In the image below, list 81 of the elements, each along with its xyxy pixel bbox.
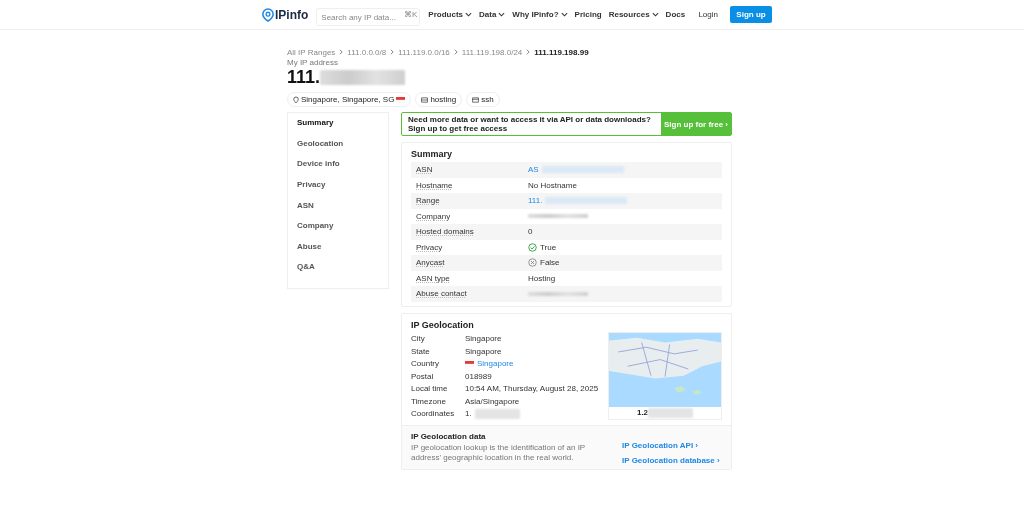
field-label: Postal <box>411 371 435 381</box>
terminal-icon <box>472 96 480 103</box>
field-value: 0 <box>528 227 533 237</box>
field-value: Asia/Singapore <box>465 396 520 406</box>
server-icon <box>421 96 429 103</box>
field-value: Singapore <box>465 346 502 356</box>
field-value: 018989 <box>465 371 492 381</box>
field-label: Abuse contact <box>415 289 468 299</box>
breadcrumb-link[interactable]: 111.0.0.0/8 <box>347 47 387 57</box>
breadcrumb-link[interactable]: All IP Ranges <box>287 47 336 57</box>
map-placeholder[interactable] <box>609 332 721 407</box>
value-link[interactable]: AS <box>528 165 539 175</box>
section-description: IP geolocation lookup is the identification of an IP address' geographic location in the real world. <box>411 443 587 463</box>
caret-icon <box>498 12 506 17</box>
field-value: True <box>540 242 557 252</box>
login-link[interactable]: Login <box>698 10 718 19</box>
sidebar-item[interactable]: Summary <box>288 118 388 139</box>
sidebar-item[interactable]: Abuse <box>288 241 388 263</box>
breadcrumb-link[interactable]: 111.119.0.0/16 <box>398 47 450 57</box>
field-label: Anycast <box>415 258 446 268</box>
section-title: IP Geolocation data <box>411 432 487 441</box>
chevron-icon <box>339 49 344 55</box>
field-value: Hosting <box>528 273 556 283</box>
field-value: 1. <box>465 409 472 419</box>
sidebar-item[interactable]: Device info <box>288 159 388 180</box>
field-label: Company <box>415 211 452 221</box>
location-pin-icon <box>262 7 274 22</box>
sidebar-item[interactable]: Company <box>288 221 388 242</box>
nav-link[interactable]: Pricing <box>574 10 602 19</box>
chevron-icon <box>390 49 395 55</box>
nav-link[interactable]: Why IPinfo? <box>512 10 568 19</box>
flag-icon <box>396 96 406 103</box>
flag-icon <box>465 360 474 367</box>
redacted-block <box>528 291 588 296</box>
field-label: Local time <box>411 384 449 394</box>
product-link[interactable]: IP Geolocation database › <box>622 456 722 465</box>
caret-icon <box>465 12 472 17</box>
value-link[interactable]: 111. <box>528 196 543 206</box>
field-label: Coordinates <box>411 409 456 419</box>
field-label: Timezone <box>411 396 447 406</box>
coordinates-value: 1.2 <box>636 408 649 417</box>
page-subtitle: My IP address <box>287 58 339 67</box>
sidebar-item[interactable]: Q&A <box>288 262 388 283</box>
field-label: Range <box>415 196 441 206</box>
field-label: ASN <box>415 165 434 175</box>
nav-link[interactable]: Data <box>479 10 506 19</box>
field-label: Hosted domains <box>415 227 475 237</box>
shortcut-hint: ⌘K <box>404 9 418 19</box>
field-value: Singapore <box>465 334 502 344</box>
banner-text: Need more data or want to access it via API or data downloads? Sign up to get free access <box>407 115 652 133</box>
sidebar-item[interactable]: ASN <box>288 200 388 222</box>
redacted-block <box>528 214 588 219</box>
location-pin-icon <box>293 95 299 104</box>
nav-link[interactable]: Products <box>428 10 472 19</box>
breadcrumb-link[interactable]: 111.119.198.99 <box>534 47 589 57</box>
nav-link[interactable]: Docs <box>665 10 686 19</box>
field-label: City <box>411 334 426 344</box>
nav-link[interactable]: Resources <box>608 10 659 19</box>
ip-address: 111. <box>287 67 321 88</box>
sidebar-item[interactable]: Geolocation <box>288 138 388 160</box>
field-value: No Hostname <box>528 180 577 190</box>
field-label: State <box>411 346 431 356</box>
caret-icon <box>560 12 568 17</box>
chevron-icon <box>453 49 458 55</box>
field-value: False <box>540 258 560 268</box>
caret-icon <box>651 12 659 17</box>
field-label: Privacy <box>415 242 444 252</box>
field-label: ASN type <box>415 273 451 283</box>
logo[interactable]: IPinfo <box>262 7 309 22</box>
product-link[interactable]: IP Geolocation API › <box>622 441 722 450</box>
field-value: 10:54 AM, Thursday, August 28, 2025 <box>465 384 599 394</box>
field-label: Hostname <box>415 180 454 190</box>
breadcrumb-link[interactable]: 111.119.198.0/24 <box>461 47 523 57</box>
country-link[interactable]: Singapore <box>477 359 514 369</box>
logo-text: IPinfo <box>275 7 309 22</box>
field-label: Country <box>411 359 440 369</box>
card-title: Summary <box>411 149 454 159</box>
card-title: IP Geolocation <box>411 319 475 330</box>
sidebar-item[interactable]: Privacy <box>288 179 388 201</box>
chevron-icon <box>526 49 531 55</box>
redacted-block <box>474 408 520 419</box>
